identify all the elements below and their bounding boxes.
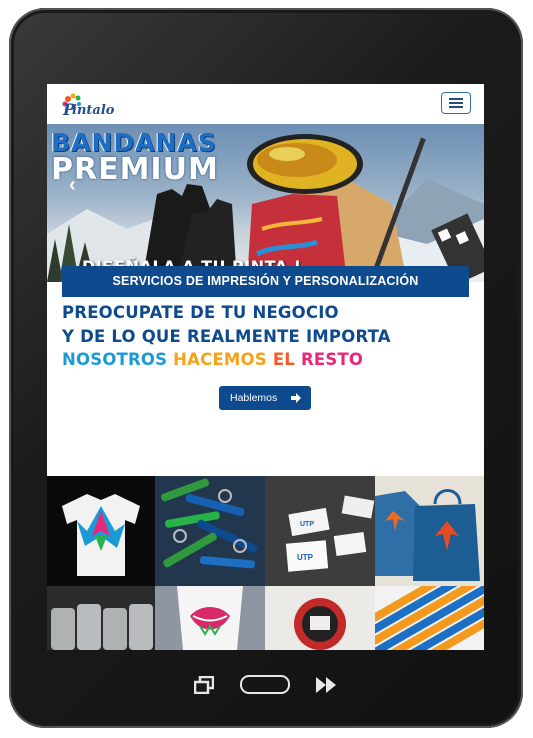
cards-image: UTP UTP	[265, 476, 375, 586]
hablemos-button[interactable]: Hablemos	[219, 386, 311, 410]
tshirt-image	[62, 494, 140, 576]
hamburger-icon	[449, 98, 463, 100]
tagline-word: NOSOTROS	[62, 350, 168, 369]
hero-title-premium: PREMIUM	[51, 152, 219, 187]
pencils-image	[375, 586, 484, 650]
tagline-line2: Y DE LO QUE REALMENTE IMPORTA	[62, 327, 391, 346]
keychains-image	[155, 476, 265, 586]
tagline-line1: PREOCUPATE DE TU NEGOCIO	[62, 303, 339, 322]
tagline-line3: NOSOTROS HACEMOS EL RESTO	[62, 350, 363, 369]
hablemos-label: Hablemos	[230, 392, 278, 404]
hero-title-premium-text: PREMIUM	[51, 152, 219, 187]
site-header: intalo P	[47, 84, 484, 124]
arrow-right-icon	[291, 393, 301, 403]
recent-apps-icon[interactable]	[194, 676, 214, 694]
gallery-item-jars[interactable]	[47, 586, 155, 650]
carousel-prev-icon[interactable]: ‹	[69, 174, 76, 197]
gallery-item-lips-shirt[interactable]	[155, 586, 265, 650]
svg-text:intalo: intalo	[72, 103, 115, 118]
tagline-word: RESTO	[300, 350, 364, 369]
gallery-item-keychains[interactable]	[155, 476, 265, 586]
jars-image	[47, 586, 155, 650]
gallery-item-cards[interactable]: UTP UTP	[265, 476, 375, 586]
gallery-item-tshirt[interactable]	[47, 476, 155, 586]
menu-toggle-button[interactable]	[441, 92, 471, 114]
bag-image	[265, 586, 375, 650]
home-button[interactable]	[240, 675, 290, 694]
hero-carousel[interactable]: BANDANAS PREMIUM ‹ DISEÑALA A TU PINTA !	[47, 124, 484, 282]
lips-shirt-image	[155, 586, 265, 650]
gallery-item-bag[interactable]	[265, 586, 375, 650]
web-page: intalo P BANDANAS PREMIUM ‹ SERVICIOS DE…	[47, 84, 484, 650]
svg-text:UTP: UTP	[297, 553, 314, 562]
services-banner: SERVICIOS DE IMPRESIÓN Y PERSONALIZACIÓN	[62, 266, 469, 297]
totebags-image	[375, 476, 484, 586]
gallery-item-pencils[interactable]	[375, 586, 484, 650]
gallery-item-totebags[interactable]	[375, 476, 484, 586]
hamburger-icon-line	[449, 106, 463, 108]
svg-text:UTP: UTP	[300, 521, 314, 528]
tagline-word: HACEMOS	[173, 350, 267, 369]
hamburger-icon-line	[449, 102, 463, 104]
pintalo-logo[interactable]: intalo P	[59, 90, 115, 118]
fast-forward-icon[interactable]	[316, 677, 338, 693]
product-gallery: UTP UTP	[47, 476, 484, 650]
svg-text:P: P	[62, 100, 76, 118]
tagline-word: EL	[272, 350, 296, 369]
